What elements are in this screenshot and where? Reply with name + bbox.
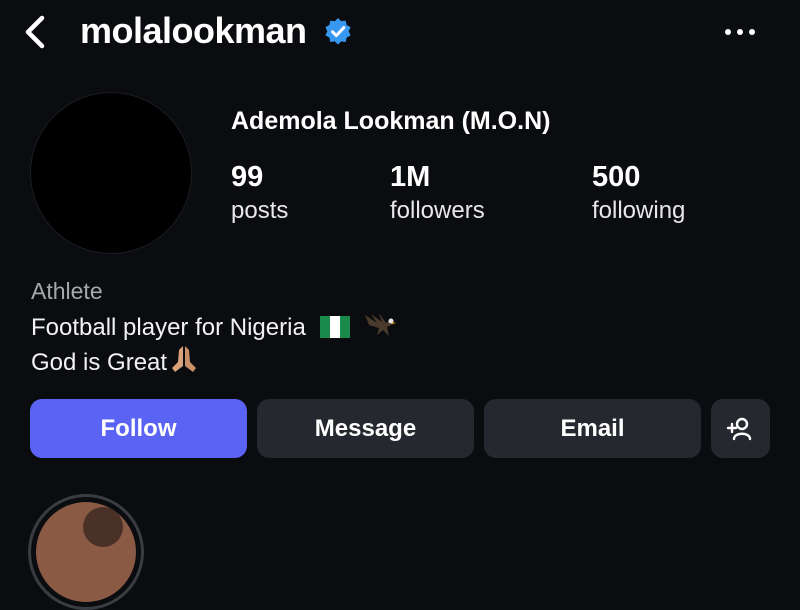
praying-hands-icon (172, 346, 197, 372)
followers-stat[interactable]: 1M followers (390, 158, 485, 226)
profile-avatar[interactable] (30, 92, 192, 254)
profile-category: Athlete (31, 278, 103, 304)
chevron-left-icon[interactable] (18, 12, 52, 52)
add-person-icon (726, 417, 752, 441)
bio-line-2: God is Great (31, 344, 199, 377)
more-horizontal-icon[interactable] (718, 20, 762, 44)
follow-button[interactable]: Follow (30, 399, 247, 458)
posts-label: posts (231, 197, 289, 224)
posts-count: 99 (231, 161, 264, 193)
following-label: following (592, 197, 686, 224)
profile-username: molalookman (80, 10, 307, 51)
story-highlight[interactable] (28, 494, 144, 610)
nigeria-flag-icon (320, 316, 351, 338)
following-stat[interactable]: 500 following (592, 158, 685, 226)
bio-line-2-text: God is Great (31, 349, 168, 376)
bio-line-1: Football player for Nigeria (31, 311, 397, 342)
suggested-users-button[interactable] (711, 399, 770, 458)
profile-header: molalookman (0, 0, 800, 64)
bio-line-1-text: Football player for Nigeria (31, 314, 306, 341)
eagle-icon (365, 313, 397, 336)
following-count: 500 (592, 161, 641, 193)
followers-label: followers (390, 197, 485, 224)
verified-badge-icon (325, 18, 351, 45)
message-button[interactable]: Message (257, 399, 474, 458)
email-button[interactable]: Email (484, 399, 701, 458)
followers-count: 1M (390, 161, 431, 193)
profile-display-name: Ademola Lookman (M.O.N) (231, 107, 551, 135)
story-highlight-figure (83, 507, 123, 547)
posts-stat[interactable]: 99 posts (231, 158, 288, 226)
